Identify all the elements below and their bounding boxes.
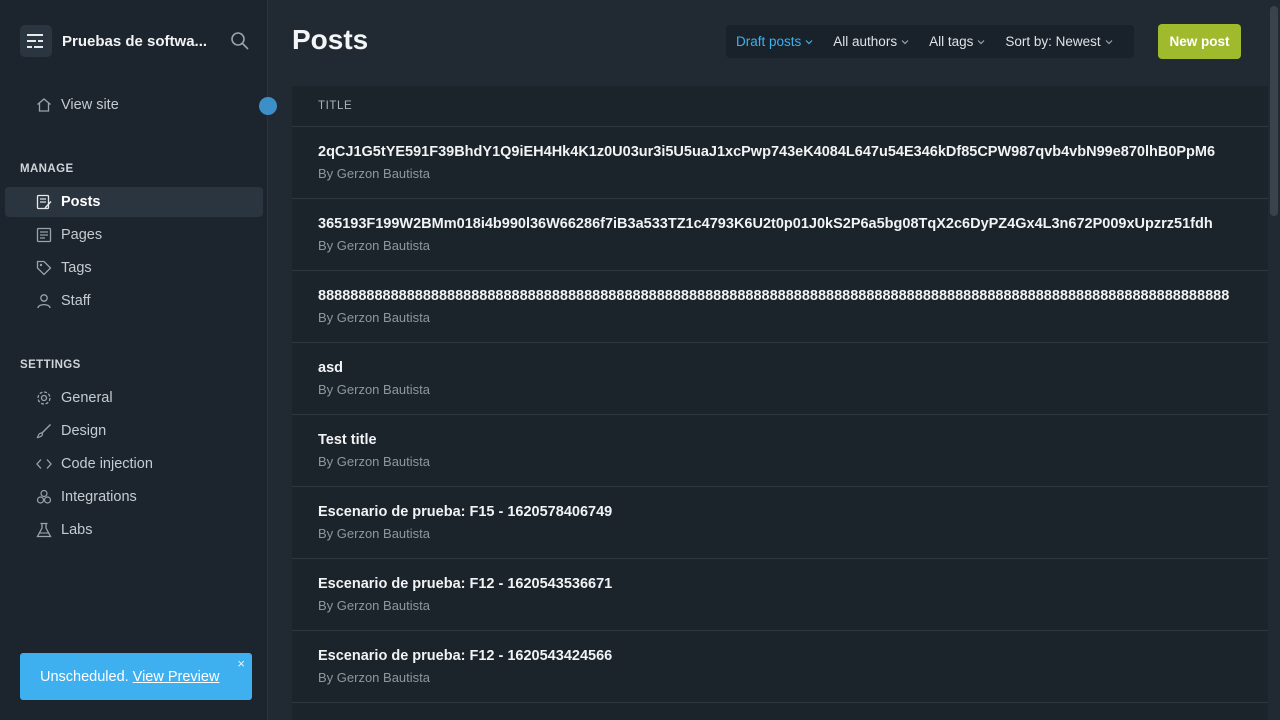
- post-byline: By Gerzon Bautista: [318, 598, 430, 613]
- post-filters: Draft posts All authors All tags Sort by…: [726, 25, 1134, 58]
- post-row[interactable]: Escenario de prueba: F12 - 1620543536671…: [292, 559, 1280, 631]
- post-title: Escenario de prueba: F12 - 1620543536671: [318, 576, 613, 592]
- flask-icon: [36, 522, 52, 538]
- filter-all-authors-label: All authors: [833, 34, 898, 49]
- chevron-down-icon: [1105, 39, 1113, 44]
- home-icon: [37, 98, 51, 112]
- toast-text: Unscheduled.: [40, 668, 129, 685]
- nav-posts[interactable]: Posts: [5, 187, 263, 217]
- post-title: asd: [318, 360, 343, 376]
- nav-pages-label: Pages: [61, 227, 103, 243]
- nav-posts-label: Posts: [61, 194, 101, 210]
- posts-list: TITLE 2qCJ1G5tYE591F39BhdY1Q9iEH4Hk4K1z0…: [292, 86, 1280, 720]
- chevron-down-icon: [977, 39, 985, 44]
- post-byline: By Gerzon Bautista: [318, 166, 430, 181]
- post-byline: By Gerzon Bautista: [318, 310, 430, 325]
- brush-icon: [36, 424, 51, 439]
- nav-view-site-label: View site: [61, 97, 119, 113]
- nav-integrations[interactable]: Integrations: [5, 482, 263, 512]
- tag-icon: [36, 260, 52, 276]
- gear-icon: [37, 391, 51, 405]
- nav-general-label: General: [61, 390, 113, 406]
- filter-draft-posts[interactable]: Draft posts: [726, 25, 823, 58]
- notification-dot[interactable]: [259, 97, 277, 115]
- integrations-icon: [36, 489, 52, 504]
- post-title: Escenario de prueba: F12 - 1620543424566: [318, 648, 613, 664]
- filter-sort-label: Sort by: Newest: [1005, 34, 1101, 49]
- staff-icon: [37, 294, 51, 309]
- nav-code-injection[interactable]: Code injection: [5, 449, 263, 479]
- post-byline: By Gerzon Bautista: [318, 670, 430, 685]
- post-title: Test title: [318, 432, 377, 448]
- nav-design-label: Design: [61, 423, 107, 439]
- nav-design[interactable]: Design: [5, 416, 263, 446]
- search-icon[interactable]: [230, 31, 250, 51]
- filter-all-tags[interactable]: All tags: [919, 25, 995, 58]
- pages-icon: [36, 227, 52, 243]
- manage-section-label: MANAGE: [20, 163, 74, 175]
- post-row[interactable]: 2qCJ1G5tYE591F39BhdY1Q9iEH4Hk4K1z0U03ur3…: [292, 127, 1280, 199]
- column-header-title: TITLE: [292, 86, 1280, 127]
- nav-pages[interactable]: Pages: [5, 220, 263, 250]
- toast-close-icon[interactable]: ×: [237, 657, 245, 671]
- post-row[interactable]: Escenario de prueba: F12 - 1620543424566…: [292, 631, 1280, 703]
- site-title[interactable]: Pruebas de softwa...: [62, 33, 222, 50]
- nav-view-site[interactable]: View site: [5, 90, 263, 120]
- unscheduled-toast: Unscheduled. View Preview ×: [20, 653, 252, 700]
- app-window: Pruebas de softwa... View site MANAGE Po…: [0, 0, 1280, 720]
- post-byline: By Gerzon Bautista: [318, 526, 430, 541]
- nav-tags[interactable]: Tags: [5, 253, 263, 283]
- nav-tags-label: Tags: [61, 260, 92, 276]
- post-byline: By Gerzon Bautista: [318, 382, 430, 397]
- filter-all-tags-label: All tags: [929, 34, 974, 49]
- view-preview-link[interactable]: View Preview: [133, 669, 220, 685]
- filter-all-authors[interactable]: All authors: [823, 25, 919, 58]
- posts-icon: [36, 194, 52, 210]
- nav-staff-label: Staff: [61, 293, 91, 309]
- vertical-scrollbar[interactable]: [1268, 0, 1280, 720]
- settings-section-label: SETTINGS: [20, 359, 81, 371]
- sidebar-header: Pruebas de softwa...: [20, 25, 250, 57]
- main-content: Posts Draft posts All authors All tags S…: [268, 0, 1280, 720]
- nav-labs-label: Labs: [61, 522, 93, 538]
- chevron-down-icon: [901, 39, 909, 44]
- nav-labs[interactable]: Labs: [5, 515, 263, 545]
- post-byline: By Gerzon Bautista: [318, 454, 430, 469]
- filter-draft-posts-label: Draft posts: [736, 34, 802, 49]
- post-title: 8888888888888888888888888888888888888888…: [318, 288, 1230, 304]
- sidebar: Pruebas de softwa... View site MANAGE Po…: [0, 0, 277, 720]
- nav-code-injection-label: Code injection: [61, 456, 153, 472]
- post-title: Escenario de prueba: F15 - 1620578406749: [318, 504, 613, 520]
- nav-staff[interactable]: Staff: [5, 286, 263, 316]
- scrollbar-thumb[interactable]: [1270, 6, 1278, 216]
- post-row[interactable]: Escenario de prueba: F15 - 1620578406749…: [292, 487, 1280, 559]
- post-title: 365193F199W2BMm018i4b990l36W66286f7iB3a5…: [318, 216, 1213, 232]
- nav-integrations-label: Integrations: [61, 489, 137, 505]
- menu-lines-icon: [27, 34, 43, 48]
- post-title: 2qCJ1G5tYE591F39BhdY1Q9iEH4Hk4K1z0U03ur3…: [318, 144, 1216, 160]
- post-byline: By Gerzon Bautista: [318, 238, 430, 253]
- new-post-button[interactable]: New post: [1158, 24, 1241, 59]
- post-row[interactable]: Test title By Gerzon Bautista: [292, 415, 1280, 487]
- code-icon: [36, 459, 52, 469]
- post-row[interactable]: asd By Gerzon Bautista: [292, 343, 1280, 415]
- filter-sort[interactable]: Sort by: Newest: [995, 25, 1122, 58]
- post-row[interactable]: 8888888888888888888888888888888888888888…: [292, 271, 1280, 343]
- chevron-down-icon: [805, 39, 813, 44]
- site-logo-icon[interactable]: [20, 25, 52, 57]
- nav-general[interactable]: General: [5, 383, 263, 413]
- page-title: Posts: [292, 24, 369, 55]
- post-row[interactable]: 365193F199W2BMm018i4b990l36W66286f7iB3a5…: [292, 199, 1280, 271]
